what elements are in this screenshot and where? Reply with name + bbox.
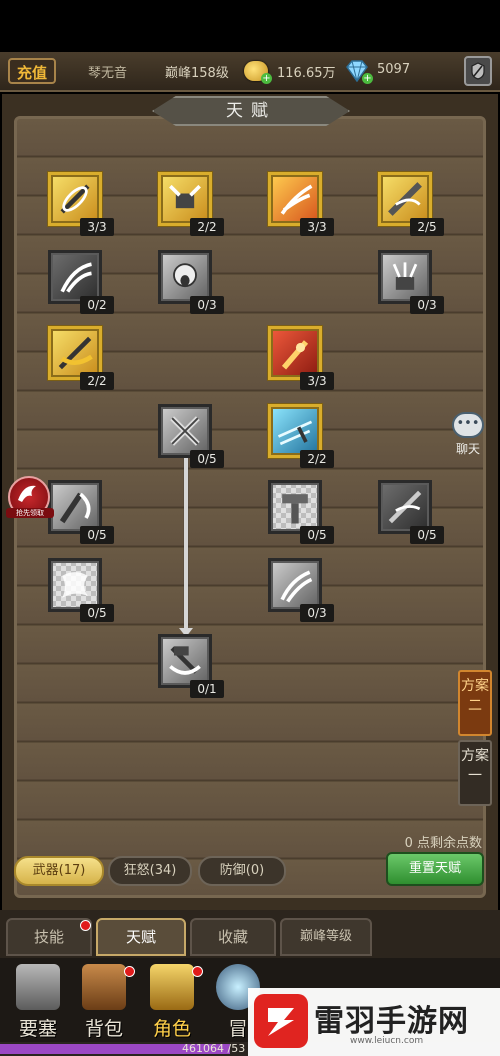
talent-skill-icon <box>388 490 422 524</box>
watermark-logo-icon <box>254 994 308 1048</box>
notification-dot <box>192 966 203 977</box>
notification-dot <box>80 920 91 931</box>
talent-skill-icon <box>62 572 88 598</box>
plan-tab-2[interactable]: 方案二 <box>458 670 492 736</box>
helmet-icon <box>150 964 194 1010</box>
sword-shield-icon <box>471 62 485 80</box>
watermark-url: www.leiucn.com <box>350 1036 424 1046</box>
talent-skill-icon <box>59 492 91 524</box>
talent-level-count: 3/3 <box>300 372 334 390</box>
experience-text: 461064 /53 <box>182 1042 246 1055</box>
talent-skill-icon <box>60 184 90 214</box>
talent-level-count: 0/3 <box>410 296 444 314</box>
talent-level-count: 2/2 <box>190 218 224 236</box>
nav-label: 要塞 <box>18 1018 57 1040</box>
talent-level-count: 2/5 <box>410 218 444 236</box>
plan-tab-label: 方案二 <box>461 678 489 714</box>
talent-skill-icon <box>282 494 308 524</box>
sub-navigation: 技能 天赋 收藏 巅峰等级 <box>0 910 500 958</box>
talent-level-count: 0/3 <box>190 296 224 314</box>
talent-level-count: 0/5 <box>80 526 114 544</box>
plan-tab-1[interactable]: 方案一 <box>458 740 492 806</box>
talent-level-count: 2/2 <box>80 372 114 390</box>
chat-bubble-icon: ••• <box>452 412 484 438</box>
talent-level-count: 0/5 <box>300 526 334 544</box>
reset-talents-button[interactable]: 重置天赋 <box>386 852 484 886</box>
talent-skill-icon <box>280 570 313 603</box>
talent-skill-icon <box>281 340 309 370</box>
plan-tab-label: 方案一 <box>461 748 489 784</box>
talent-skill-icon <box>173 263 197 288</box>
top-resource-bar: 充值 琴无音 巅峰158级 + 116.65万 + 5097 <box>0 52 500 92</box>
fortress-icon <box>16 964 60 1010</box>
talent-skill-icon <box>392 262 418 290</box>
talent-level-count: 0/3 <box>300 604 334 622</box>
recharge-button[interactable]: 充值 <box>8 58 56 84</box>
category-rage[interactable]: 狂怒(34) <box>108 856 192 886</box>
diamond-icon[interactable]: + <box>344 60 373 84</box>
player-level: 巅峰158级 <box>165 66 229 81</box>
side-badge-label: 抢先领取 <box>6 508 54 518</box>
talent-level-count: 0/5 <box>410 526 444 544</box>
add-gold-icon[interactable]: + <box>261 73 272 84</box>
nav-label: 角色 <box>152 1018 191 1040</box>
settings-button[interactable] <box>464 56 492 86</box>
talent-skill-icon <box>280 184 313 215</box>
category-weapon[interactable]: 武器(17) <box>14 856 104 886</box>
talent-level-count: 3/3 <box>300 218 334 236</box>
talent-skill-icon <box>60 262 92 293</box>
tab-talents[interactable]: 天赋 <box>96 918 186 956</box>
category-defense[interactable]: 防御(0) <box>198 856 286 886</box>
watermark-name: 雷羽手游网 <box>314 1004 469 1039</box>
status-bar-area <box>0 0 500 52</box>
gold-coin-icon[interactable]: + <box>244 61 272 84</box>
phoenix-icon <box>18 485 36 502</box>
notification-dot <box>124 966 135 977</box>
talent-level-count: 3/3 <box>80 218 114 236</box>
backpack-icon <box>82 964 126 1010</box>
panel-title: 天赋 <box>226 101 276 121</box>
talent-level-count: 0/2 <box>80 296 114 314</box>
chat-label: 聊天 <box>455 442 480 456</box>
tab-collection[interactable]: 收藏 <box>190 918 276 956</box>
remaining-points: 0 点剩余点数 <box>404 836 482 851</box>
talent-skill-icon <box>170 416 200 446</box>
talent-skill-icon <box>58 336 93 370</box>
talent-level-count: 2/2 <box>300 450 334 468</box>
add-diamond-icon[interactable]: + <box>362 73 373 84</box>
tab-peak-level[interactable]: 巅峰等级 <box>280 918 372 956</box>
gold-amount: 116.65万 <box>277 66 336 81</box>
nav-label: 背包 <box>84 1018 123 1040</box>
talent-skill-icon <box>169 184 201 209</box>
talent-level-count: 0/1 <box>190 680 224 698</box>
player-name: 琴无音 <box>88 66 128 81</box>
talent-skill-icon <box>388 182 422 216</box>
diamond-amount: 5097 <box>377 62 411 77</box>
site-watermark: 雷羽手游网 www.leiucn.com <box>248 988 500 1056</box>
nav-character[interactable]: 角色 <box>140 964 204 1044</box>
talent-skill-icon <box>277 420 313 446</box>
nav-backpack[interactable]: 背包 <box>72 964 136 1044</box>
side-event-badge[interactable]: 抢先领取 <box>6 476 54 518</box>
nav-fortress[interactable]: 要塞 <box>6 964 70 1044</box>
title-banner: 天赋 <box>152 96 350 126</box>
talent-level-count: 0/5 <box>190 450 224 468</box>
talent-connector-line <box>184 454 188 634</box>
talent-level-count: 0/5 <box>80 604 114 622</box>
chat-button[interactable]: ••• 聊天 <box>448 412 488 460</box>
talent-skill-icon <box>169 646 201 675</box>
